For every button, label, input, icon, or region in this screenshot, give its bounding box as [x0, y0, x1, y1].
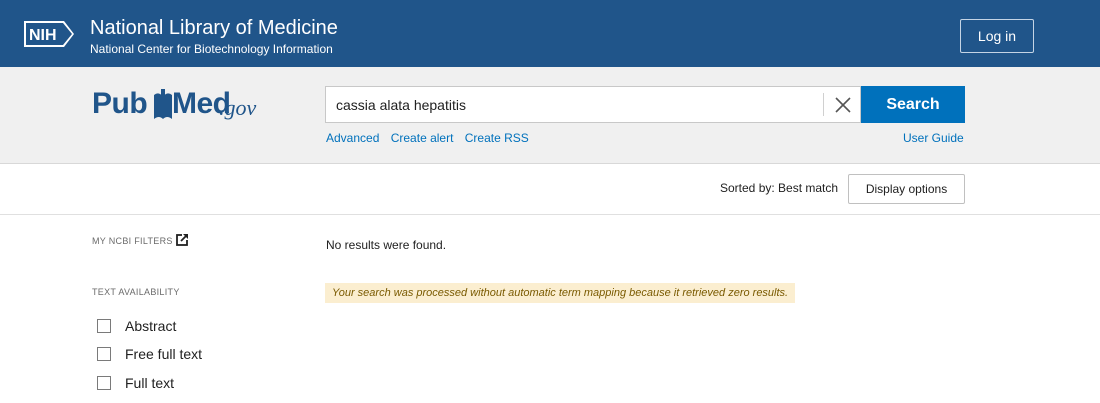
nih-logo[interactable]: NIH [24, 21, 74, 47]
sorted-by-label: Sorted by: Best match [720, 181, 839, 195]
full-text-label: Full text [125, 375, 175, 391]
search-box [325, 86, 861, 123]
logo-pub-text: Pub [92, 87, 148, 120]
book-icon [154, 89, 172, 119]
external-link-icon[interactable] [176, 234, 188, 246]
abstract-checkbox[interactable] [97, 319, 111, 333]
search-region: Pub Med .gov Search Advanced Create aler… [0, 67, 1100, 164]
nih-subtitle[interactable]: National Center for Biotechnology Inform… [90, 42, 333, 56]
display-options-button[interactable]: Display options [848, 174, 965, 204]
search-button[interactable]: Search [861, 86, 965, 123]
sort-bar: Sorted by: Best match Display options [0, 164, 1100, 215]
search-notice: Your search was processed without automa… [325, 283, 796, 303]
pubmed-logo[interactable]: Pub Med .gov [92, 85, 282, 125]
free-full-text-label: Free full text [125, 346, 203, 362]
full-text-checkbox[interactable] [97, 376, 111, 390]
nih-title[interactable]: National Library of Medicine [90, 17, 338, 39]
my-ncbi-filters-heading: MY NCBI FILTERS [92, 236, 173, 246]
search-input[interactable] [336, 87, 816, 122]
login-button[interactable]: Log in [960, 19, 1034, 53]
nih-header: NIH National Library of Medicine Nationa… [0, 0, 1100, 67]
nih-logo-text: NIH [29, 27, 57, 44]
advanced-link[interactable]: Advanced [326, 131, 379, 145]
text-availability-heading: TEXT AVAILABILITY [92, 287, 180, 297]
create-rss-link[interactable]: Create RSS [465, 131, 529, 145]
user-guide-link[interactable]: User Guide [903, 131, 964, 145]
logo-gov-text: .gov [219, 95, 257, 120]
create-alert-link[interactable]: Create alert [391, 131, 454, 145]
search-links: Advanced Create alert Create RSS [326, 131, 537, 145]
free-full-text-checkbox[interactable] [97, 347, 111, 361]
clear-separator [823, 93, 824, 116]
clear-icon[interactable] [831, 93, 855, 117]
abstract-label: Abstract [125, 318, 177, 334]
no-results-message: No results were found. [326, 238, 447, 252]
